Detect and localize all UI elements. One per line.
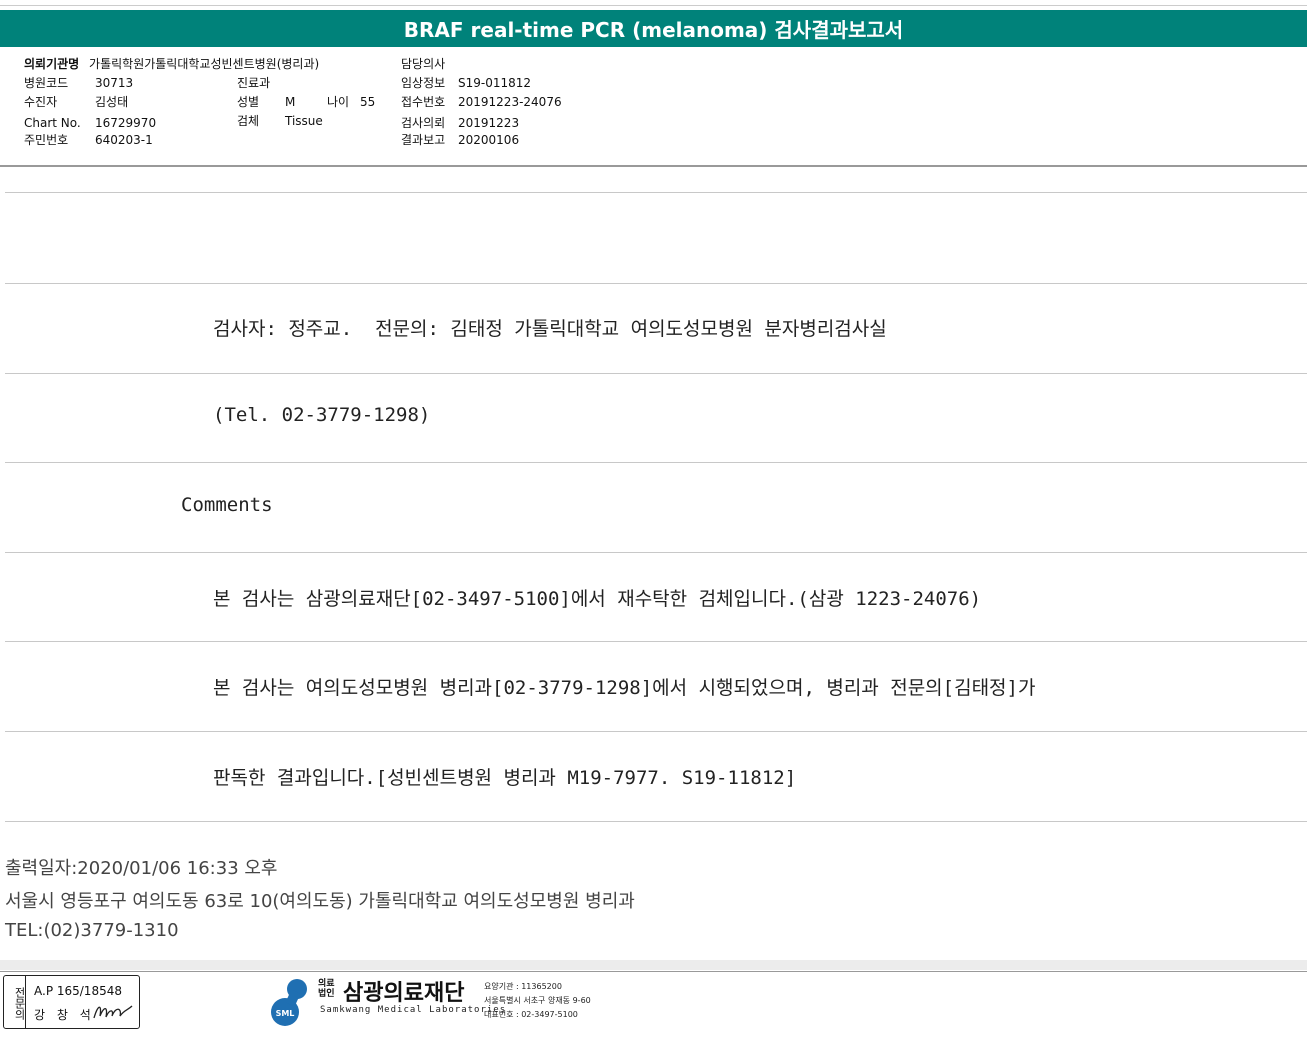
resident-no-value: 640203-1 [95,133,153,147]
examiner-line: 검사자: 정주교. 전문의: 김태정 가톨릭대학교 여의도성모병원 분자병리검사… [213,318,887,340]
print-date: 출력일자:2020/01/06 16:33 오후 [5,858,278,879]
hospital-code-label: 병원코드 [24,76,69,90]
logo-info-address: 서울특별시 서초구 양재동 9-60 [484,996,591,1005]
tel-line: (Tel. 02-3779-1298) [213,404,431,426]
ap-number: A.P 165/18548 [34,984,122,998]
result-report-value: 20200106 [458,133,520,147]
hospital-address: 서울시 영등포구 여의도동 63로 10(여의도동) 가톨릭대학교 여의도성모병… [5,891,635,912]
row-divider [5,641,1307,642]
report-title: BRAF real-time PCR (melanoma) 검사결과보고서 [403,18,904,42]
top-rule [0,5,1307,6]
logo-icon-text: SML [276,1009,295,1018]
chart-no-value: 16729970 [95,116,157,130]
sex-value: M [285,95,296,109]
footer-band [0,960,1307,970]
logo-info-code: 요양기관 : 11365200 [484,982,562,991]
header-divider [0,165,1307,167]
clinical-info-value: S19-011812 [458,76,532,90]
institution-value: 가톨릭학원가톨릭대학교성빈센트병원(병리과) [89,57,320,71]
institution-label: 의뢰기관명 [24,57,80,71]
patient-value: 김성태 [95,95,129,109]
logo-name-ko: 삼광의료재단 [343,981,465,1006]
specimen-value: Tissue [285,114,323,128]
comment-line-1: 본 검사는 삼광의료재단[02-3497-5100]에서 재수탁한 검체입니다.… [213,588,982,610]
chart-no-label: Chart No. [24,116,81,130]
receipt-no-value: 20191223-24076 [458,95,562,109]
test-request-value: 20191223 [458,116,520,130]
logo-name-en: Samkwang Medical Laboratories [320,1005,507,1015]
row-divider [5,192,1307,193]
specialist-side-label: 전문의 [4,976,26,1028]
footer-divider [0,971,1307,972]
department-label: 진료과 [237,76,271,90]
row-divider [5,552,1307,553]
test-request-label: 검사의뢰 [401,116,446,130]
signature-stamp: 전문의 A.P 165/18548 강 창 석 [3,975,140,1029]
row-divider [5,373,1307,374]
report-title-bar: BRAF real-time PCR (melanoma) 검사결과보고서 [0,10,1307,47]
comment-line-2: 본 검사는 여의도성모병원 병리과[02-3779-1298]에서 시행되었으며… [213,677,1036,699]
hospital-code-value: 30713 [95,76,134,90]
signature-scribble-icon [93,1005,133,1019]
hospital-tel: TEL:(02)3779-1310 [5,920,179,941]
patient-label: 수진자 [24,95,58,109]
row-divider [5,462,1307,463]
receipt-no-label: 접수번호 [401,95,446,109]
age-value: 55 [360,95,376,109]
comment-line-3: 판독한 결과입니다.[성빈센트병원 병리과 M19-7977. S19-1181… [213,767,797,789]
comments-heading: Comments [181,494,273,516]
logo-corp-label: 의료법인 [318,979,335,999]
row-divider [5,731,1307,732]
result-report-label: 결과보고 [401,133,446,147]
age-label: 나이 [327,95,350,109]
institution-row: 의뢰기관명 가톨릭학원가톨릭대학교성빈센트병원(병리과) [24,57,319,71]
samkwang-logo-icon: SML [271,979,307,1026]
specimen-label: 검체 [237,114,260,128]
clinical-info-label: 임상정보 [401,76,446,90]
logo-info-phone: 대표번호 : 02-3497-5100 [484,1010,578,1019]
specialist-name: 강 창 석 [34,1008,95,1022]
resident-no-label: 주민번호 [24,133,69,147]
doctor-label: 담당의사 [401,57,446,71]
row-divider [5,283,1307,284]
sex-label: 성별 [237,95,260,109]
row-divider [5,821,1307,822]
